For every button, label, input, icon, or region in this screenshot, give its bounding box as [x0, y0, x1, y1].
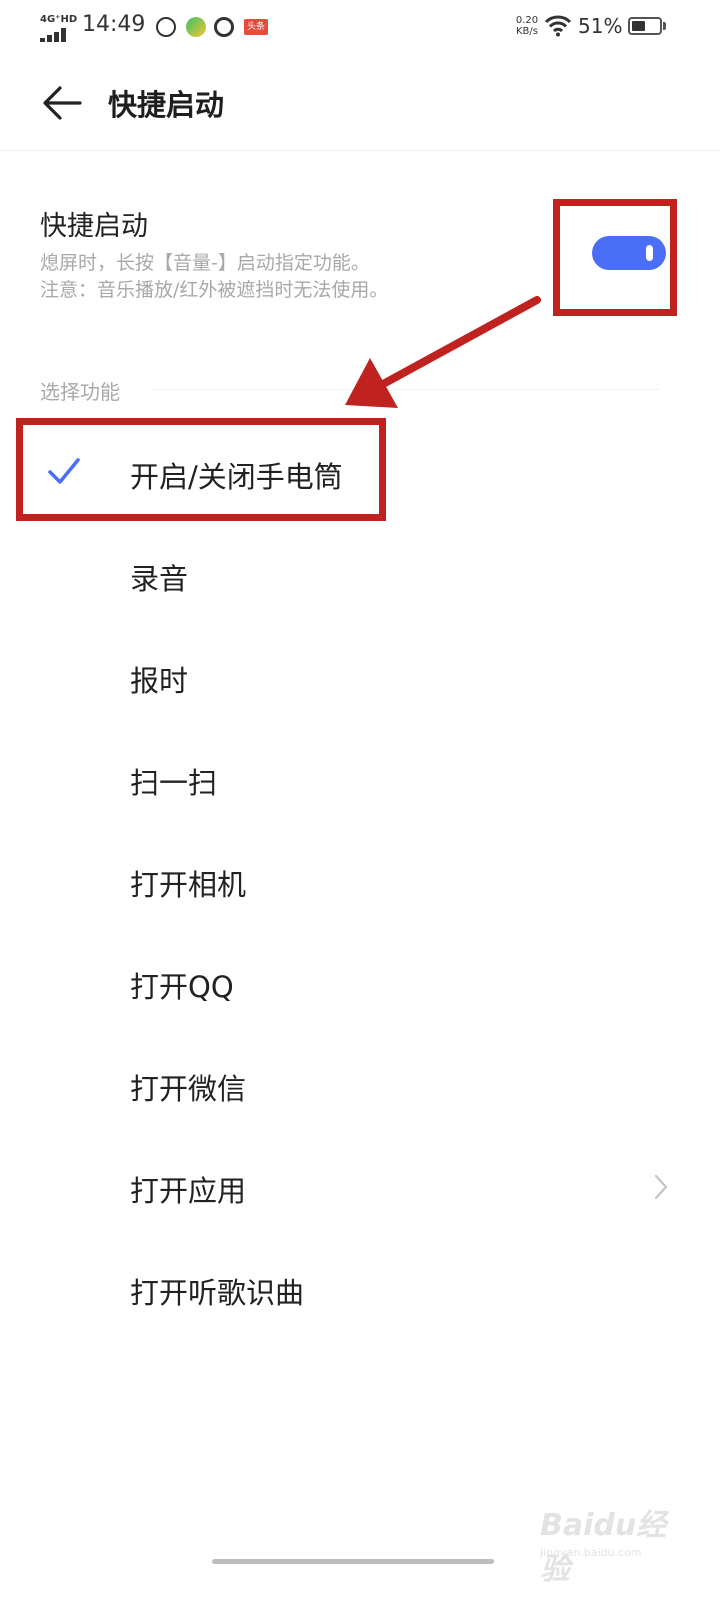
quick-launch-description: 熄屏时，长按【音量-】启动指定功能。 注意：音乐播放/红外被遮挡时无法使用。	[40, 250, 540, 304]
function-item-label: 开启/关闭手电筒	[130, 460, 343, 494]
function-item-qq[interactable]: 打开QQ	[0, 932, 720, 1034]
section-divider	[150, 389, 660, 390]
function-item-label: 打开QQ	[130, 970, 234, 1004]
battery-percent: 51%	[578, 14, 623, 38]
battery-cap	[663, 22, 666, 30]
function-item-wechat[interactable]: 打开微信	[0, 1034, 720, 1136]
notification-app-icon-3	[214, 17, 234, 37]
function-list: 开启/关闭手电筒 录音 报时 扫一扫 打开相机 打开QQ 打开微信 打开应用 打…	[0, 422, 720, 1340]
quick-launch-toggle[interactable]	[592, 236, 666, 270]
watermark-site: jingyan.baidu.com	[540, 1546, 642, 1559]
status-bar: 4G⁺HD 14:49 头条 0.20 KB/s 51%	[0, 0, 720, 56]
back-arrow-icon[interactable]	[36, 80, 88, 126]
function-item-open-app[interactable]: 打开应用	[0, 1136, 720, 1238]
network-speed: 0.20 KB/s	[512, 15, 542, 37]
notification-app-icon-2	[186, 17, 206, 37]
wifi-icon	[545, 15, 571, 37]
quick-launch-desc-line1: 熄屏时，长按【音量-】启动指定功能。	[40, 252, 370, 274]
notification-app-icon-1	[156, 17, 176, 37]
baidu-watermark: Baidu经验 jingyan.baidu.com	[540, 1492, 680, 1587]
toutiao-app-icon: 头条	[244, 19, 269, 35]
title-bar: 快捷启动	[0, 56, 720, 151]
battery-level-fill	[632, 21, 645, 31]
function-item-record[interactable]: 录音	[0, 524, 720, 626]
cellular-signal-icon: 4G⁺HD	[40, 14, 80, 42]
function-item-scan[interactable]: 扫一扫	[0, 728, 720, 830]
page-title: 快捷启动	[108, 88, 225, 122]
function-item-time-report[interactable]: 报时	[0, 626, 720, 728]
clock: 14:49	[82, 12, 146, 37]
home-indicator[interactable]	[212, 1559, 494, 1564]
checkmark-icon	[48, 458, 80, 484]
function-item-label: 报时	[130, 664, 189, 698]
network-type: 4G⁺HD	[40, 14, 78, 25]
quick-launch-desc-line2: 注意：音乐播放/红外被遮挡时无法使用。	[40, 279, 389, 301]
quick-launch-title: 快捷启动	[40, 211, 148, 242]
function-item-label: 录音	[130, 562, 189, 596]
network-speed-value: 0.20	[515, 15, 539, 26]
chevron-right-icon	[654, 1174, 668, 1200]
function-item-flashlight[interactable]: 开启/关闭手电筒	[0, 422, 720, 524]
function-item-label: 打开微信	[130, 1072, 247, 1106]
function-item-camera[interactable]: 打开相机	[0, 830, 720, 932]
toggle-knob	[646, 245, 653, 261]
network-speed-unit: KB/s	[516, 26, 538, 37]
watermark-logo: Baidu经验	[540, 1508, 667, 1587]
battery-icon	[628, 17, 662, 35]
function-item-label: 打开应用	[130, 1174, 247, 1208]
function-item-label: 打开相机	[130, 868, 247, 902]
function-item-label: 扫一扫	[130, 766, 218, 800]
function-item-label: 打开听歌识曲	[130, 1276, 305, 1310]
section-header-select-function: 选择功能	[40, 380, 120, 404]
function-item-music-recognition[interactable]: 打开听歌识曲	[0, 1238, 720, 1340]
